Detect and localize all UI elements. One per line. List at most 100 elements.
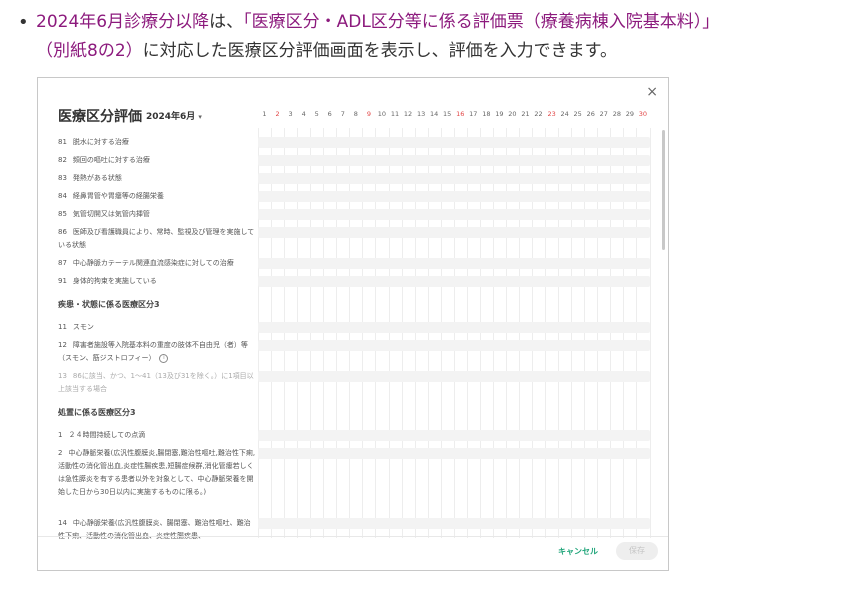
- day-13: 13: [416, 110, 426, 118]
- medical-category-dialog: × 医療区分評価 2024年6月 ▾ 1 2 3 4 5 6 7 8 9 10 11 12 13 14 15 1…: [37, 77, 669, 571]
- section-heading: 疾患・状態に係る医療区分3: [58, 300, 160, 309]
- day-header: 1 2 3 4 5 6 7 8 9 10 11 12 13 14 15 16 17 18 19 20 21 22 23 24 2…: [258, 110, 650, 120]
- row-text: 脱水に対する治療: [72, 138, 129, 146]
- row-label-11: 11 スモン: [58, 321, 256, 334]
- intro-quoted-title: 「医療区分・ADL区分等に係る評価票（療養病棟入院基本料）」: [243, 12, 720, 32]
- intro-text-after-link: は、: [209, 12, 244, 32]
- grid-line: [571, 128, 573, 538]
- grid-line: [479, 128, 481, 538]
- evaluation-cell-row[interactable]: [258, 258, 650, 269]
- row-label-13: 13 86に該当、かつ、1〜41（13及び31を除く。）に1項目以上該当する場合: [58, 370, 256, 396]
- row-label-87: 87 中心静脈カテーテル関連血流感染症に対しての治療: [58, 257, 256, 270]
- row-number: 1: [58, 431, 63, 439]
- grid-line: [362, 128, 364, 538]
- row-label-1: 1 ２４時間持続しての点滴: [58, 429, 256, 442]
- row-text: スモン: [72, 323, 94, 331]
- evaluation-cell-row[interactable]: [258, 209, 650, 220]
- row-text: 頻回の嘔吐に対する治療: [72, 156, 150, 164]
- row-number: 83: [58, 174, 67, 182]
- grid-line: [505, 128, 507, 538]
- evaluation-cell-row[interactable]: [258, 430, 650, 441]
- row-text: 発熱がある状態: [72, 174, 122, 182]
- row-number: 86: [58, 228, 67, 236]
- row-label-81: 81 脱水に対する治療: [58, 136, 256, 149]
- row-text: 経鼻胃管や胃瘻等の経腸栄養: [72, 192, 164, 200]
- grid-line: [375, 128, 377, 538]
- grid-line: [258, 128, 259, 538]
- grid-line: [440, 128, 442, 538]
- grid-line: [427, 128, 429, 538]
- day-16: 16: [456, 110, 465, 118]
- row-number: 14: [58, 519, 67, 527]
- day-18: 18: [482, 110, 491, 118]
- evaluation-grid: [258, 128, 651, 538]
- evaluation-cell-row[interactable]: [258, 191, 650, 202]
- grid-line: [453, 128, 455, 538]
- scrollbar[interactable]: [662, 130, 665, 250]
- day-7: 7: [340, 110, 345, 118]
- day-5: 5: [314, 110, 319, 118]
- grid-line: [623, 128, 625, 538]
- grid-line: [310, 128, 312, 538]
- row-label-2: 2 中心静脈栄養(広汎性腹膜炎,腸閉塞,難治性嘔吐,難治性下痢,活動性の消化管出血…: [58, 447, 256, 499]
- evaluation-cell-row[interactable]: [258, 371, 650, 382]
- evaluation-cell-row[interactable]: [258, 448, 650, 459]
- grid-line: [519, 128, 520, 538]
- day-3: 3: [288, 110, 293, 118]
- row-number: 82: [58, 156, 67, 164]
- month-selector[interactable]: 2024年6月 ▾: [146, 109, 202, 122]
- day-2: 2: [275, 110, 280, 118]
- row-label-83: 83 発熱がある状態: [58, 172, 256, 185]
- grid-line: [532, 128, 534, 538]
- row-label-91: 91 身体的拘束を実施している: [58, 275, 256, 288]
- grid-line: [636, 128, 638, 538]
- evaluation-rows: 81 脱水に対する治療 82 頻回の嘔吐に対する治療 83 発熱がある状態 84 経鼻胃管や胃…: [58, 128, 258, 540]
- day-24: 24: [560, 110, 569, 118]
- row-text: 中心静脈栄養(広汎性腹膜炎,腸閉塞,難治性嘔吐,難治性下痢,活動性の消化管出血,…: [58, 449, 256, 496]
- grid-line: [414, 128, 416, 538]
- row-text: 中心静脈カテーテル関連血流感染症に対しての治療: [72, 259, 234, 267]
- day-8: 8: [353, 110, 358, 118]
- footer-divider: [38, 536, 668, 537]
- grid-line: [388, 128, 390, 538]
- close-icon[interactable]: ×: [646, 84, 658, 100]
- row-text: 障害者施設等入院基本料の重度の肢体不自由児（者）等（スモン、筋ジストロフィー）: [58, 341, 248, 362]
- dialog-title: 医療区分評価: [58, 109, 142, 125]
- chevron-down-icon: ▾: [198, 113, 202, 121]
- day-6: 6: [327, 110, 332, 118]
- row-label-86: 86 医師及び看護職員により、常時、監視及び管理を実施している状態: [58, 226, 256, 252]
- evaluation-cell-row[interactable]: [258, 276, 650, 287]
- day-23: 23: [547, 110, 556, 118]
- save-button[interactable]: 保存: [616, 542, 658, 560]
- row-number: 84: [58, 192, 67, 200]
- evaluation-cell-row[interactable]: [258, 340, 650, 351]
- evaluation-cell-row[interactable]: [258, 227, 650, 238]
- grid-line: [271, 128, 273, 538]
- row-number: 91: [58, 277, 67, 285]
- evaluation-cell-row[interactable]: [258, 137, 650, 148]
- row-text: 身体的拘束を実施している: [72, 277, 157, 285]
- cancel-button[interactable]: キャンセル: [558, 546, 598, 557]
- row-number: 13: [58, 372, 67, 380]
- row-label-14: 14 中心静脈栄養(広汎性腹膜炎、腸閉塞、難治性嘔吐、難治性下痢、活動性の消化管出…: [58, 517, 256, 543]
- intro-link[interactable]: 2024年6月診療分以降: [36, 12, 209, 32]
- row-number: 81: [58, 138, 67, 146]
- day-30: 30: [638, 110, 648, 118]
- evaluation-cell-row[interactable]: [258, 155, 650, 166]
- row-number: 85: [58, 210, 67, 218]
- evaluation-cell-row[interactable]: [258, 322, 650, 333]
- row-label-84: 84 経鼻胃管や胃瘻等の経腸栄養: [58, 190, 256, 203]
- month-label: 2024年6月: [146, 112, 196, 122]
- day-20: 20: [508, 110, 517, 118]
- grid-line: [649, 128, 651, 538]
- grid-line: [545, 128, 547, 538]
- evaluation-cell-row[interactable]: [258, 173, 650, 184]
- day-27: 27: [599, 110, 608, 118]
- intro-line-2: （別紙8の2）に対応した医療区分評価画面を表示し、評価を入力できます。: [36, 37, 617, 66]
- day-29: 29: [625, 110, 635, 118]
- row-label-82: 82 頻回の嘔吐に対する治療: [58, 154, 256, 167]
- grid-line: [492, 128, 494, 538]
- day-25: 25: [573, 110, 582, 118]
- info-icon[interactable]: i: [159, 353, 169, 363]
- evaluation-cell-row[interactable]: [258, 518, 650, 529]
